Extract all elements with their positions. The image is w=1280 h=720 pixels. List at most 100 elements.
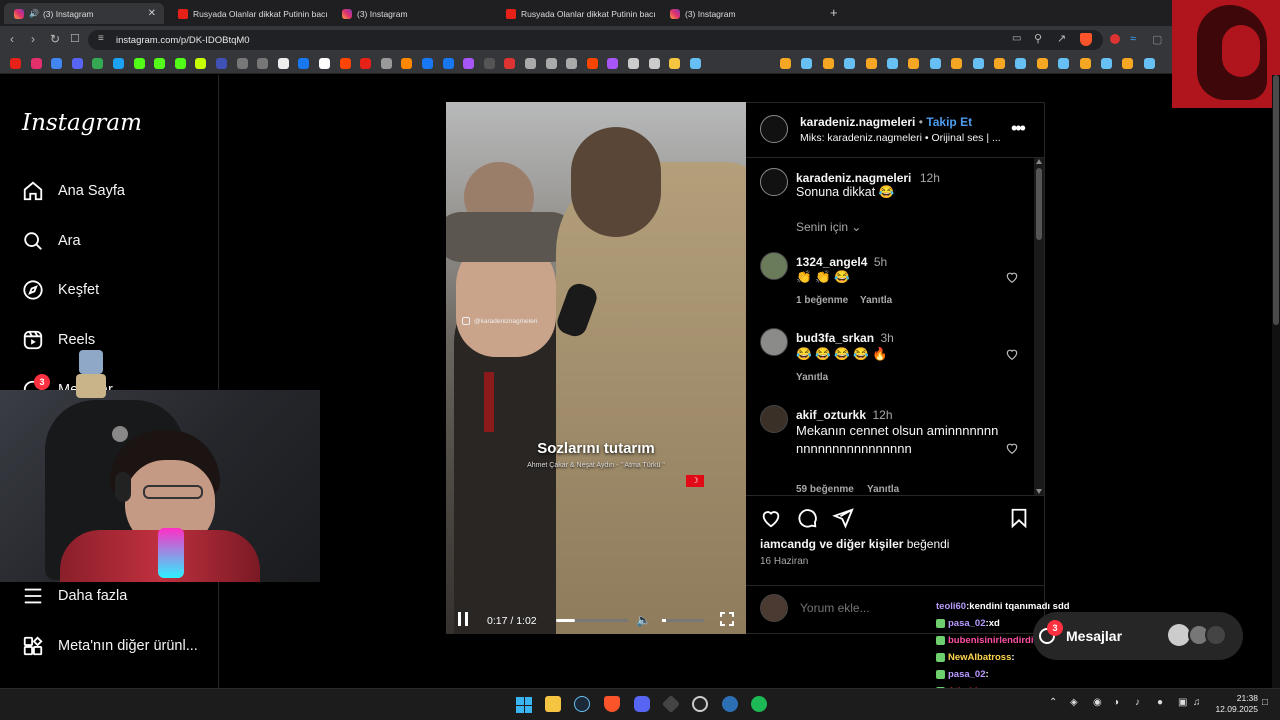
comment-like-icon[interactable] bbox=[1005, 441, 1019, 455]
browser-tab[interactable]: Rusyada Olanlar dikkat Putinin bacısı bbox=[496, 3, 656, 24]
sidebar-item-more[interactable]: Daha fazla bbox=[22, 585, 127, 607]
bookmark-favicon-icon[interactable] bbox=[174, 58, 186, 69]
save-icon[interactable] bbox=[1008, 507, 1030, 529]
comment-like-icon[interactable] bbox=[1005, 347, 1019, 361]
bookmark-favicon-icon[interactable] bbox=[422, 58, 433, 69]
extension-icon[interactable] bbox=[1110, 34, 1120, 44]
sidebar-item-explore[interactable]: Keşfet bbox=[22, 279, 99, 301]
new-tab-button[interactable]: + bbox=[830, 5, 838, 20]
sidebar-item-meta[interactable]: Meta'nın diğer ürünl... bbox=[22, 635, 198, 657]
comment-likes[interactable]: 1 beğenme bbox=[796, 295, 848, 306]
back-icon[interactable]: ‹ bbox=[10, 32, 14, 46]
notification-icon[interactable]: □ bbox=[1262, 697, 1268, 708]
bookmark-favicon-icon[interactable] bbox=[780, 58, 791, 69]
bookmark-favicon-icon[interactable] bbox=[689, 58, 701, 69]
bookmark-favicon-icon[interactable] bbox=[972, 58, 984, 69]
bookmark-favicon-icon[interactable] bbox=[154, 58, 166, 69]
scrollbar-thumb[interactable] bbox=[1036, 168, 1042, 240]
spotify-icon[interactable] bbox=[751, 696, 767, 712]
bookmark-favicon-icon[interactable] bbox=[504, 58, 516, 69]
bookmark-favicon-icon[interactable] bbox=[822, 58, 834, 69]
reply-button[interactable]: Yanıtla bbox=[796, 372, 828, 383]
more-options-icon[interactable]: ••• bbox=[1011, 118, 1026, 139]
browser-tab[interactable]: 🔊 (3) Instagram ✕ bbox=[4, 3, 164, 24]
bookmark-favicon-icon[interactable] bbox=[844, 58, 856, 69]
follow-button[interactable]: Takip Et bbox=[926, 115, 972, 129]
scroll-down-icon[interactable] bbox=[1036, 489, 1042, 494]
tab-audio-icon[interactable]: 🔊 bbox=[29, 9, 39, 18]
tray-app-icon[interactable]: ◉ bbox=[1093, 697, 1102, 708]
bookmark-favicon-icon[interactable] bbox=[339, 58, 351, 69]
site-settings-icon[interactable]: ≡ bbox=[98, 33, 104, 44]
obs-icon[interactable] bbox=[692, 696, 708, 712]
bookmark-favicon-icon[interactable] bbox=[1079, 58, 1091, 69]
bookmark-favicon-icon[interactable] bbox=[360, 58, 372, 69]
comments-scrollbar[interactable] bbox=[1034, 158, 1044, 495]
bookmark-icon[interactable]: ☐ bbox=[70, 32, 80, 45]
sidebar-item-search[interactable]: Ara bbox=[22, 230, 81, 252]
reply-button[interactable]: Yanıtla bbox=[867, 484, 899, 495]
bookmark-favicon-icon[interactable] bbox=[216, 58, 227, 69]
bookmark-favicon-icon[interactable] bbox=[929, 58, 941, 69]
bookmark-favicon-icon[interactable] bbox=[195, 58, 207, 69]
brave-browser-icon[interactable] bbox=[604, 696, 620, 712]
tray-app-icon[interactable]: ♪ bbox=[1135, 697, 1140, 708]
zoom-icon[interactable]: ⚲ bbox=[1034, 32, 1042, 45]
discord-icon[interactable] bbox=[634, 696, 650, 712]
tray-chevron-icon[interactable]: ⌃ bbox=[1049, 697, 1057, 708]
like-icon[interactable] bbox=[760, 507, 782, 529]
share-icon[interactable]: ↗ bbox=[1057, 32, 1066, 45]
bookmark-favicon-icon[interactable] bbox=[951, 58, 963, 69]
forward-icon[interactable]: › bbox=[31, 32, 35, 46]
comment-likes[interactable]: 59 beğenme bbox=[796, 484, 854, 495]
bookmark-favicon-icon[interactable] bbox=[994, 58, 1005, 69]
share-icon[interactable] bbox=[832, 507, 854, 529]
bookmark-favicon-icon[interactable] bbox=[257, 58, 269, 69]
volume-slider[interactable] bbox=[662, 619, 704, 622]
start-button-icon[interactable] bbox=[516, 697, 532, 713]
bookmark-favicon-icon[interactable] bbox=[1143, 58, 1155, 69]
bookmark-favicon-icon[interactable] bbox=[648, 58, 660, 69]
bookmark-favicon-icon[interactable] bbox=[71, 58, 83, 69]
bookmark-favicon-icon[interactable] bbox=[865, 58, 877, 69]
bookmark-favicon-icon[interactable] bbox=[51, 58, 63, 69]
bookmark-favicon-icon[interactable] bbox=[463, 58, 475, 69]
tab-close-icon[interactable]: ✕ bbox=[148, 8, 156, 19]
pause-button[interactable] bbox=[458, 612, 468, 626]
commenter-avatar[interactable] bbox=[760, 328, 788, 356]
comment-sort[interactable]: Senin için ⌄ bbox=[796, 220, 861, 234]
sidebar-item-home[interactable]: Ana Sayfa bbox=[22, 180, 125, 202]
bookmark-favicon-icon[interactable] bbox=[566, 58, 578, 69]
bookmark-favicon-icon[interactable] bbox=[319, 58, 330, 69]
caption-avatar[interactable] bbox=[760, 168, 788, 196]
volume-tray-icon[interactable]: ♫ bbox=[1193, 697, 1201, 708]
install-icon[interactable]: ▭ bbox=[1012, 33, 1021, 44]
settings-app-icon[interactable] bbox=[722, 696, 738, 712]
bookmark-favicon-icon[interactable] bbox=[525, 58, 536, 69]
bookmark-favicon-icon[interactable] bbox=[92, 58, 104, 69]
audio-line[interactable]: Miks: karadeniz.nagmeleri • Orijinal ses… bbox=[800, 132, 1001, 144]
bookmark-favicon-icon[interactable] bbox=[908, 58, 920, 69]
sidebar-item-reels[interactable]: Reels bbox=[22, 329, 95, 351]
tray-app-icon[interactable]: ◈ bbox=[1070, 697, 1078, 708]
bookmark-favicon-icon[interactable] bbox=[113, 58, 124, 69]
brave-shield-icon[interactable] bbox=[1080, 33, 1092, 46]
bookmark-favicon-icon[interactable] bbox=[586, 58, 598, 69]
steam-icon[interactable] bbox=[574, 696, 590, 712]
bookmark-favicon-icon[interactable] bbox=[401, 58, 413, 69]
network-icon[interactable]: ▣ bbox=[1178, 697, 1187, 708]
bookmark-favicon-icon[interactable] bbox=[380, 58, 392, 69]
page-scrollbar-thumb[interactable] bbox=[1273, 75, 1279, 325]
extension-icon[interactable]: ≈ bbox=[1130, 33, 1136, 45]
author-username[interactable]: karadeniz.nagmeleri bbox=[800, 115, 915, 129]
bookmark-favicon-icon[interactable] bbox=[30, 58, 42, 69]
bookmark-favicon-icon[interactable] bbox=[1036, 58, 1048, 69]
commenter-avatar[interactable] bbox=[760, 252, 788, 280]
bookmark-favicon-icon[interactable] bbox=[10, 58, 21, 69]
bookmark-favicon-icon[interactable] bbox=[887, 58, 898, 69]
extension-icon[interactable]: ▢ bbox=[1152, 33, 1162, 46]
scroll-up-icon[interactable] bbox=[1036, 159, 1042, 164]
bookmark-favicon-icon[interactable] bbox=[442, 58, 454, 69]
bookmark-favicon-icon[interactable] bbox=[298, 58, 310, 69]
bookmark-favicon-icon[interactable] bbox=[669, 58, 681, 69]
